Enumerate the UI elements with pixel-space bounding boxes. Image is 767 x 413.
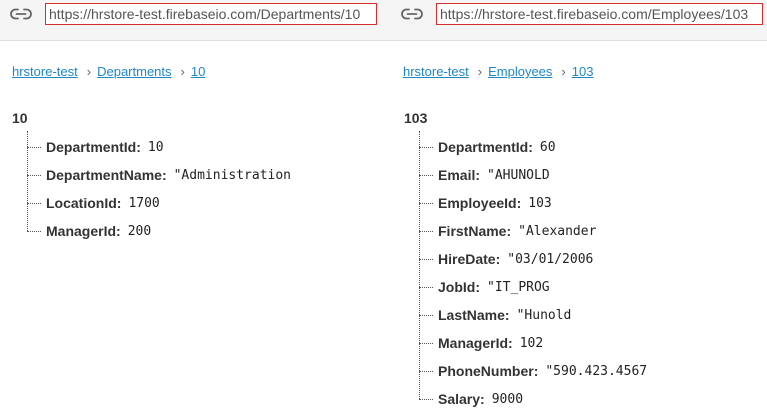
tree-node[interactable]: DepartmentId: 10: [27, 137, 165, 157]
breadcrumb-collection-link[interactable]: Departments: [97, 64, 171, 79]
tree-node[interactable]: LastName: "Hunold: [419, 305, 577, 325]
tree-node[interactable]: EmployeeId: 103: [419, 193, 552, 213]
tree-node[interactable]: Email: "AHUNOLD: [419, 165, 553, 185]
field-value[interactable]: "IT_PROG: [487, 280, 551, 295]
field-key: HireDate: [438, 251, 496, 267]
field-value[interactable]: 9000: [492, 392, 525, 407]
field-key: ManagerId: [46, 223, 117, 239]
link-icon[interactable]: [401, 8, 423, 20]
field-value[interactable]: 1700: [128, 196, 160, 211]
chevron-right-icon: ›: [180, 64, 185, 79]
left-breadcrumb: hrstore-test › Departments › 10: [12, 64, 205, 79]
field-key: LocationId: [46, 195, 117, 211]
left-url-field[interactable]: https://hrstore-test.firebaseio.com/Depa…: [45, 2, 377, 25]
field-key: DepartmentName: [46, 167, 162, 183]
field-key: FirstName: [438, 223, 507, 239]
field-value[interactable]: "03/01/2006: [507, 252, 602, 267]
tree-node[interactable]: HireDate: "03/01/2006: [419, 249, 602, 269]
breadcrumb-root-link[interactable]: hrstore-test: [403, 64, 469, 79]
field-value[interactable]: "Administration: [174, 168, 297, 183]
tree-node[interactable]: ManagerId: 102: [419, 333, 544, 353]
tree-node[interactable]: JobId: "IT_PROG: [419, 277, 551, 297]
field-key: DepartmentId: [438, 139, 529, 155]
field-value[interactable]: 102: [520, 336, 544, 351]
field-value[interactable]: "590.423.4567: [545, 364, 655, 379]
breadcrumb-record-link[interactable]: 10: [191, 64, 205, 79]
field-value[interactable]: 10: [148, 140, 165, 155]
link-icon[interactable]: [10, 8, 32, 20]
tree-root-key[interactable]: 103: [404, 110, 427, 126]
field-value[interactable]: 103: [528, 196, 552, 211]
tree-node[interactable]: Salary: 9000: [419, 389, 525, 409]
field-key: JobId: [438, 279, 476, 295]
chevron-right-icon: ›: [561, 64, 566, 79]
tree-root-key[interactable]: 10: [12, 110, 28, 126]
right-breadcrumb: hrstore-test › Employees › 103: [403, 64, 593, 79]
field-key: LastName: [438, 307, 505, 323]
breadcrumb-collection-link[interactable]: Employees: [488, 64, 552, 79]
tree-node[interactable]: LocationId: 1700: [27, 193, 160, 213]
tree-node[interactable]: PhoneNumber: "590.423.4567: [419, 361, 655, 381]
field-key: ManagerId: [438, 335, 509, 351]
field-key: PhoneNumber: [438, 363, 534, 379]
field-key: Email: [438, 167, 476, 183]
tree-node[interactable]: DepartmentName: "Administration: [27, 165, 297, 185]
left-url-group: https://hrstore-test.firebaseio.com/Depa…: [10, 0, 377, 27]
tree-node[interactable]: FirstName: "Alexander: [419, 221, 598, 241]
chevron-right-icon: ›: [86, 64, 92, 79]
right-url-field[interactable]: https://hrstore-test.firebaseio.com/Empl…: [436, 2, 763, 25]
field-key: EmployeeId: [438, 195, 517, 211]
top-bar: https://hrstore-test.firebaseio.com/Depa…: [0, 0, 767, 41]
field-value[interactable]: 200: [128, 224, 154, 239]
tree-node[interactable]: DepartmentId: 60: [419, 137, 558, 157]
field-key: DepartmentId: [46, 139, 137, 155]
field-value[interactable]: "Alexander: [518, 224, 598, 239]
field-key: Salary: [438, 391, 481, 407]
right-url-group: https://hrstore-test.firebaseio.com/Empl…: [401, 0, 763, 27]
tree-node[interactable]: ManagerId: 200: [27, 221, 154, 241]
field-value[interactable]: "Hunold: [517, 308, 577, 323]
chevron-right-icon: ›: [477, 64, 483, 79]
breadcrumb-record-link[interactable]: 103: [572, 64, 594, 79]
field-value[interactable]: 60: [540, 140, 558, 155]
field-value[interactable]: "AHUNOLD: [487, 168, 553, 183]
breadcrumb-root-link[interactable]: hrstore-test: [12, 64, 78, 79]
